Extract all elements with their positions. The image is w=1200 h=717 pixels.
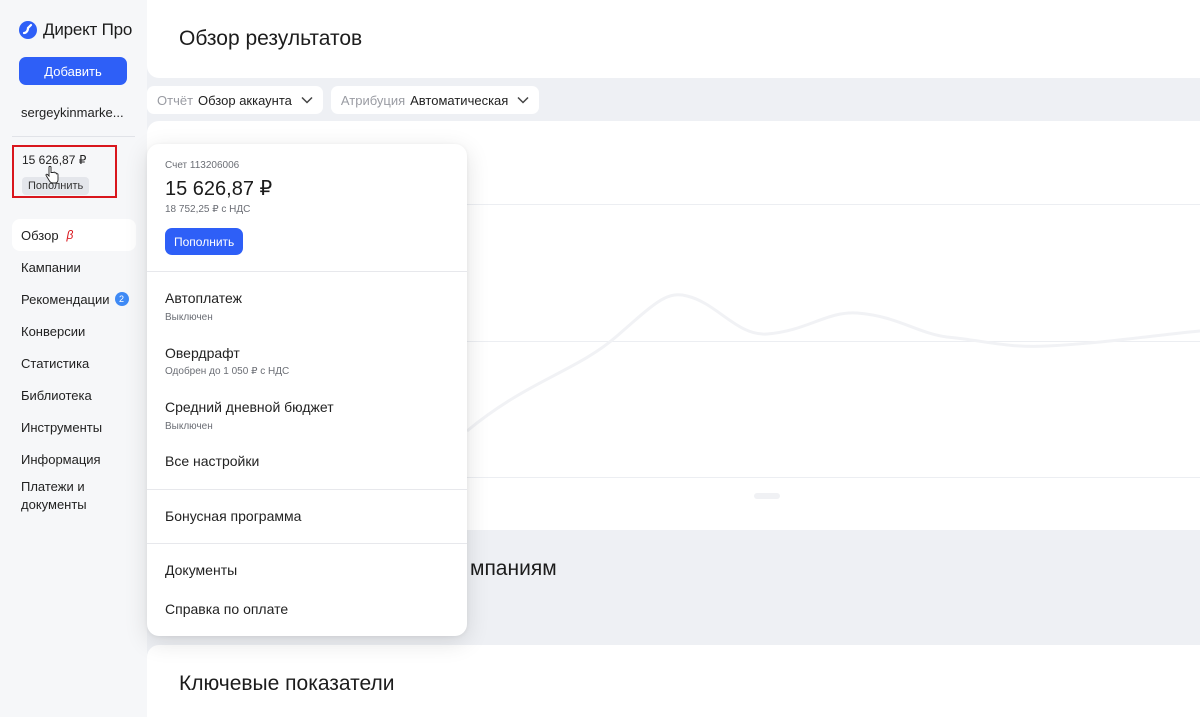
attribution-select-label: Атрибуция	[340, 92, 406, 108]
sidebar-item-label: Информация	[21, 451, 101, 467]
report-select[interactable]: Отчёт Обзор аккаунта	[147, 86, 323, 114]
attribution-select-value: Автоматическая	[410, 92, 509, 108]
daily-budget-link[interactable]: Средний дневной бюджет	[165, 399, 334, 415]
balance-popup: Счет 113206006 15 626,87 ₽ 18 752,25 ₽ с…	[147, 144, 467, 636]
popup-divider	[147, 543, 467, 544]
account-login[interactable]: sergeykinmarke...	[21, 105, 124, 120]
daily-budget-status: Выключен	[165, 421, 213, 432]
attribution-select[interactable]: Атрибуция Автоматическая	[330, 86, 540, 114]
sidebar-item-label: Библиотека	[21, 387, 92, 403]
bonus-program-link[interactable]: Бонусная программа	[165, 508, 301, 524]
kpi-title: Ключевые показатели	[179, 672, 395, 695]
chevron-down-icon	[301, 96, 313, 104]
overdraft-link[interactable]: Овердрафт	[165, 345, 240, 361]
sidebar-divider	[12, 136, 135, 137]
add-button[interactable]: Добавить	[19, 57, 127, 85]
sidebar-item-information[interactable]: Информация	[12, 443, 136, 475]
balance-widget[interactable]: 15 626,87 ₽ Пополнить	[12, 145, 117, 198]
sidebar-item-label: Статистика	[21, 355, 90, 371]
logo-text: Директ Про	[43, 20, 133, 39]
sidebar-item-payments-documents[interactable]: Платежи и документы	[12, 475, 136, 515]
autopay-status: Выключен	[165, 312, 213, 323]
chevron-down-icon	[517, 96, 529, 104]
sidebar-item-overview[interactable]: Обзор β	[12, 219, 136, 251]
beta-badge: β	[66, 228, 74, 242]
sidebar-item-statistics[interactable]: Статистика	[12, 347, 136, 379]
report-select-value: Обзор аккаунта	[198, 92, 292, 108]
sidebar-item-label: Конверсии	[21, 323, 86, 339]
sidebar-item-label: Инструменты	[21, 419, 103, 435]
kpi-card: Ключевые показатели	[147, 645, 1200, 717]
hand-cursor-icon	[45, 166, 59, 184]
page-header: Обзор результатов	[147, 0, 1200, 78]
sidebar-item-label: Обзор	[21, 227, 59, 243]
sidebar-item-library[interactable]: Библиотека	[12, 379, 136, 411]
all-settings-link[interactable]: Все настройки	[165, 453, 259, 469]
sidebar-item-label: Рекомендации	[21, 291, 110, 307]
page-title: Обзор результатов	[179, 27, 363, 50]
logo-icon	[19, 21, 37, 39]
sidebar-item-conversions[interactable]: Конверсии	[12, 315, 136, 347]
sidebar-nav: Обзор β Кампании Рекомендации 2 Конверси…	[12, 219, 136, 515]
documents-link[interactable]: Документы	[165, 562, 237, 578]
popup-divider	[147, 489, 467, 490]
popup-divider	[147, 271, 467, 272]
balance-amount[interactable]: 15 626,87 ₽	[22, 153, 86, 167]
popup-topup-button[interactable]: Пополнить	[165, 228, 244, 255]
account-number: Счет 113206006	[165, 160, 240, 171]
sidebar: Директ Про Добавить sergeykinmarke... 15…	[0, 0, 147, 717]
popup-balance-vat: 18 752,25 ₽ с НДС	[165, 204, 251, 215]
logo[interactable]: Директ Про	[18, 20, 132, 40]
filters-bar: Отчёт Обзор аккаунта Атрибуция Автоматич…	[147, 86, 540, 114]
autopay-link[interactable]: Автоплатеж	[165, 290, 242, 306]
chart-x-tick	[754, 493, 780, 499]
sidebar-item-label: Платежи и документы	[21, 479, 87, 512]
popup-balance-amount: 15 626,87 ₽	[165, 178, 273, 200]
campaigns-section-title: мпаниям	[470, 557, 557, 580]
count-badge: 2	[114, 292, 129, 306]
overdraft-status: Одобрен до 1 050 ₽ с НДС	[165, 366, 290, 377]
report-select-label: Отчёт	[157, 92, 194, 108]
sidebar-item-recommendations[interactable]: Рекомендации 2	[12, 283, 136, 315]
sidebar-item-tools[interactable]: Инструменты	[12, 411, 136, 443]
sidebar-item-campaigns[interactable]: Кампании	[12, 251, 136, 283]
sidebar-item-label: Кампании	[21, 259, 81, 275]
payment-help-link[interactable]: Справка по оплате	[165, 601, 288, 617]
